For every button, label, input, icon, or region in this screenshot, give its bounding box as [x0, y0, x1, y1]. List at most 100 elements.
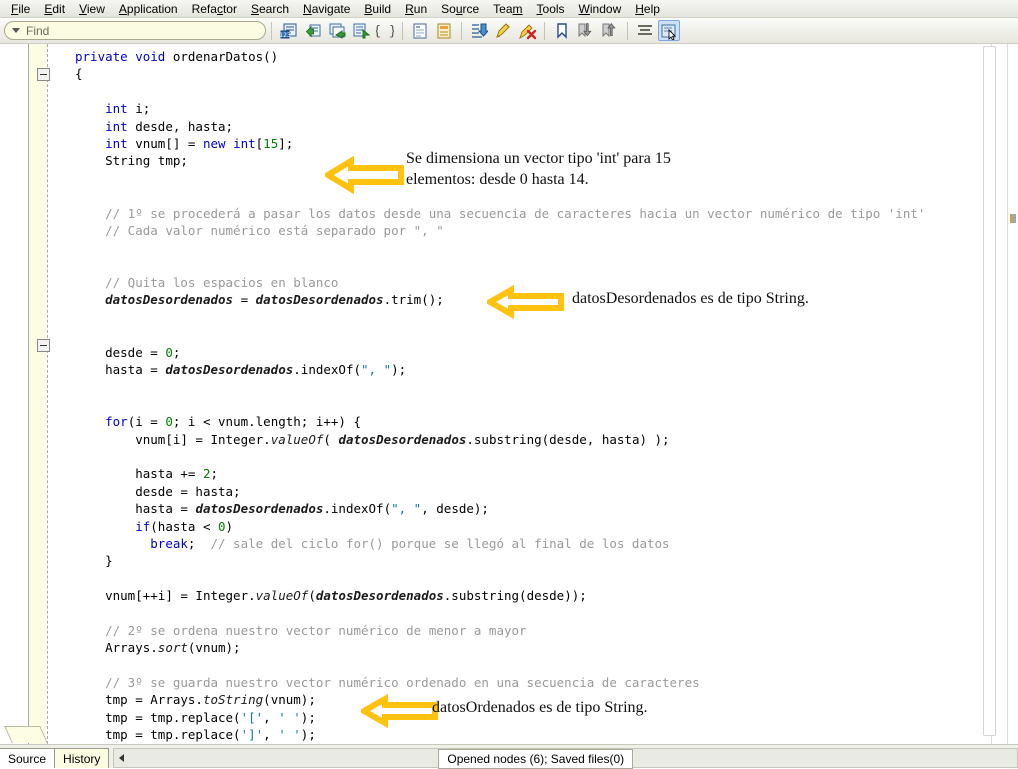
inspect-icon[interactable]: [658, 20, 680, 41]
code-token-str: ", ": [361, 362, 391, 377]
view-tabs: SourceHistory: [0, 744, 109, 768]
menu-item-run[interactable]: Run: [398, 1, 434, 17]
format-icon[interactable]: [492, 20, 514, 41]
code-token-kw: break: [150, 536, 188, 551]
code-line: // 1º se procederá a pasar los datos des…: [75, 205, 992, 222]
code-line: [75, 657, 992, 674]
vertical-scrollbar-track[interactable]: [991, 44, 1008, 744]
code-token-num: 2: [203, 466, 211, 481]
code-line: // Cada valor numérico está separado por…: [75, 222, 992, 239]
code-token-fld: datosDesordenados: [105, 292, 233, 307]
last-edit-icon[interactable]: [302, 20, 324, 41]
code-line: [75, 83, 992, 100]
menu-item-file[interactable]: File: [4, 1, 37, 17]
code-line: vnum[++i] = Integer.valueOf(datosDesorde…: [75, 587, 992, 604]
tab-source[interactable]: Source: [0, 748, 55, 768]
menu-item-tools[interactable]: Tools: [530, 1, 572, 17]
annotation-text-1: Se dimensiona un vector tipo 'int' para …: [406, 148, 671, 190]
code-token-num: 0: [165, 345, 173, 360]
menu-bar: FileEditViewApplicationRefactorSearchNav…: [0, 0, 1018, 18]
code-token-mth: valueOf: [271, 432, 324, 447]
code-line: [75, 570, 992, 587]
code-editor[interactable]: private void ordenarDatos(){ int i; int …: [0, 44, 1018, 744]
menu-item-view[interactable]: View: [72, 1, 112, 17]
code-line: [75, 239, 992, 256]
previous-bookmark-icon[interactable]: [599, 20, 621, 41]
svg-text:{ }: { }: [376, 24, 394, 39]
menu-item-application[interactable]: Application: [112, 1, 185, 17]
code-token-kw: private: [75, 49, 128, 64]
code-token-fld: datosDesordenados: [195, 501, 323, 516]
back-icon[interactable]: [326, 20, 348, 41]
chevron-down-icon[interactable]: [12, 28, 20, 33]
braces-icon[interactable]: { }: [374, 20, 396, 41]
code-token-kw: if: [135, 519, 150, 534]
menu-item-window[interactable]: Window: [572, 1, 629, 17]
remove-format-icon[interactable]: [516, 20, 538, 41]
go-to-line-icon[interactable]: 123: [278, 20, 300, 41]
code-token-cmt: // 1º se procederá a pasar los datos des…: [105, 206, 925, 221]
code-line: }: [75, 552, 992, 569]
error-stripe-mark[interactable]: [1010, 214, 1016, 223]
menu-item-navigate[interactable]: Navigate: [296, 1, 357, 17]
annotation-arrow-3: [361, 694, 439, 728]
toolbar-separator: [544, 22, 545, 40]
code-line: Arrays.sort(vnum);: [75, 639, 992, 656]
code-token-cmt: // 2º se ordena nuestro vector numérico …: [105, 623, 526, 638]
code-token-cmt: // 3º se guarda nuestro vector numérico …: [105, 675, 700, 690]
fold-guide-line: [47, 44, 48, 744]
toolbar-separator: [627, 22, 628, 40]
find-input[interactable]: Find: [4, 21, 266, 40]
horizontal-scrollbar[interactable]: Opened nodes (6); Saved files(0): [113, 748, 1018, 768]
vertical-scrollbar-thumb[interactable]: [983, 46, 996, 736]
code-line: for(i = 0; i < vnum.length; i++) {: [75, 413, 992, 430]
next-bookmark-icon[interactable]: [575, 20, 597, 41]
fold-toggle-for-loop[interactable]: [37, 339, 50, 352]
code-token-num: 0: [218, 519, 226, 534]
forward-icon[interactable]: [350, 20, 372, 41]
fold-toggle-method[interactable]: [37, 68, 50, 81]
code-line: {: [75, 65, 992, 82]
code-token-fld: datosDesordenados: [316, 588, 444, 603]
editor-error-stripe[interactable]: [991, 44, 1018, 744]
uncomment-icon[interactable]: [433, 20, 455, 41]
code-token-str: '[': [241, 710, 264, 725]
toggle-rect-select-icon[interactable]: [634, 20, 656, 41]
code-token-fld: datosDesordenados: [256, 292, 384, 307]
code-token-kw: for: [105, 414, 128, 429]
shift-line-right-icon[interactable]: [468, 20, 490, 41]
code-line: if(hasta < 0): [75, 518, 992, 535]
annotation-text-2: datosDesordenados es de tipo String.: [572, 288, 809, 309]
annotation-text-3: datosOrdenados es de tipo String.: [432, 697, 648, 718]
scroll-left-icon[interactable]: [119, 754, 124, 762]
menu-item-search[interactable]: Search: [244, 1, 296, 17]
menu-item-edit[interactable]: Edit: [37, 1, 72, 17]
tab-history[interactable]: History: [54, 748, 109, 768]
code-token-cmt: // Quita los espacios en blanco: [105, 275, 338, 290]
code-token-str: ']': [241, 727, 264, 742]
code-token-fld: datosDesordenados: [338, 432, 466, 447]
svg-text:123: 123: [280, 32, 291, 39]
menu-item-build[interactable]: Build: [357, 1, 398, 17]
status-message: Opened nodes (6); Saved files(0): [438, 749, 633, 769]
code-line: // 3º se guarda nuestro vector numérico …: [75, 674, 992, 691]
menu-item-refactor[interactable]: Refactor: [185, 1, 244, 17]
code-line: hasta = datosDesordenados.indexOf(", ");: [75, 361, 992, 378]
code-line: [75, 448, 992, 465]
editor-gutter-folds[interactable]: [47, 44, 75, 744]
menu-item-help[interactable]: Help: [628, 1, 667, 17]
code-token-cmt: // Cada valor numérico está separado por…: [105, 223, 444, 238]
code-line: tmp = tmp.replace(']', ' ');: [75, 726, 992, 743]
editor-gutter-annotations[interactable]: [0, 44, 29, 744]
menu-item-source[interactable]: Source: [434, 1, 486, 17]
code-token-str: ' ': [278, 727, 301, 742]
code-line: int i;: [75, 100, 992, 117]
code-line: break; // sale del ciclo for() porque se…: [75, 535, 992, 552]
code-token-kw: int: [105, 136, 128, 151]
comment-icon[interactable]: [409, 20, 431, 41]
code-token-str: ", ": [391, 501, 421, 516]
code-line: [75, 326, 992, 343]
code-line: [75, 257, 992, 274]
toggle-bookmark-icon[interactable]: [551, 20, 573, 41]
menu-item-team[interactable]: Team: [486, 1, 529, 17]
